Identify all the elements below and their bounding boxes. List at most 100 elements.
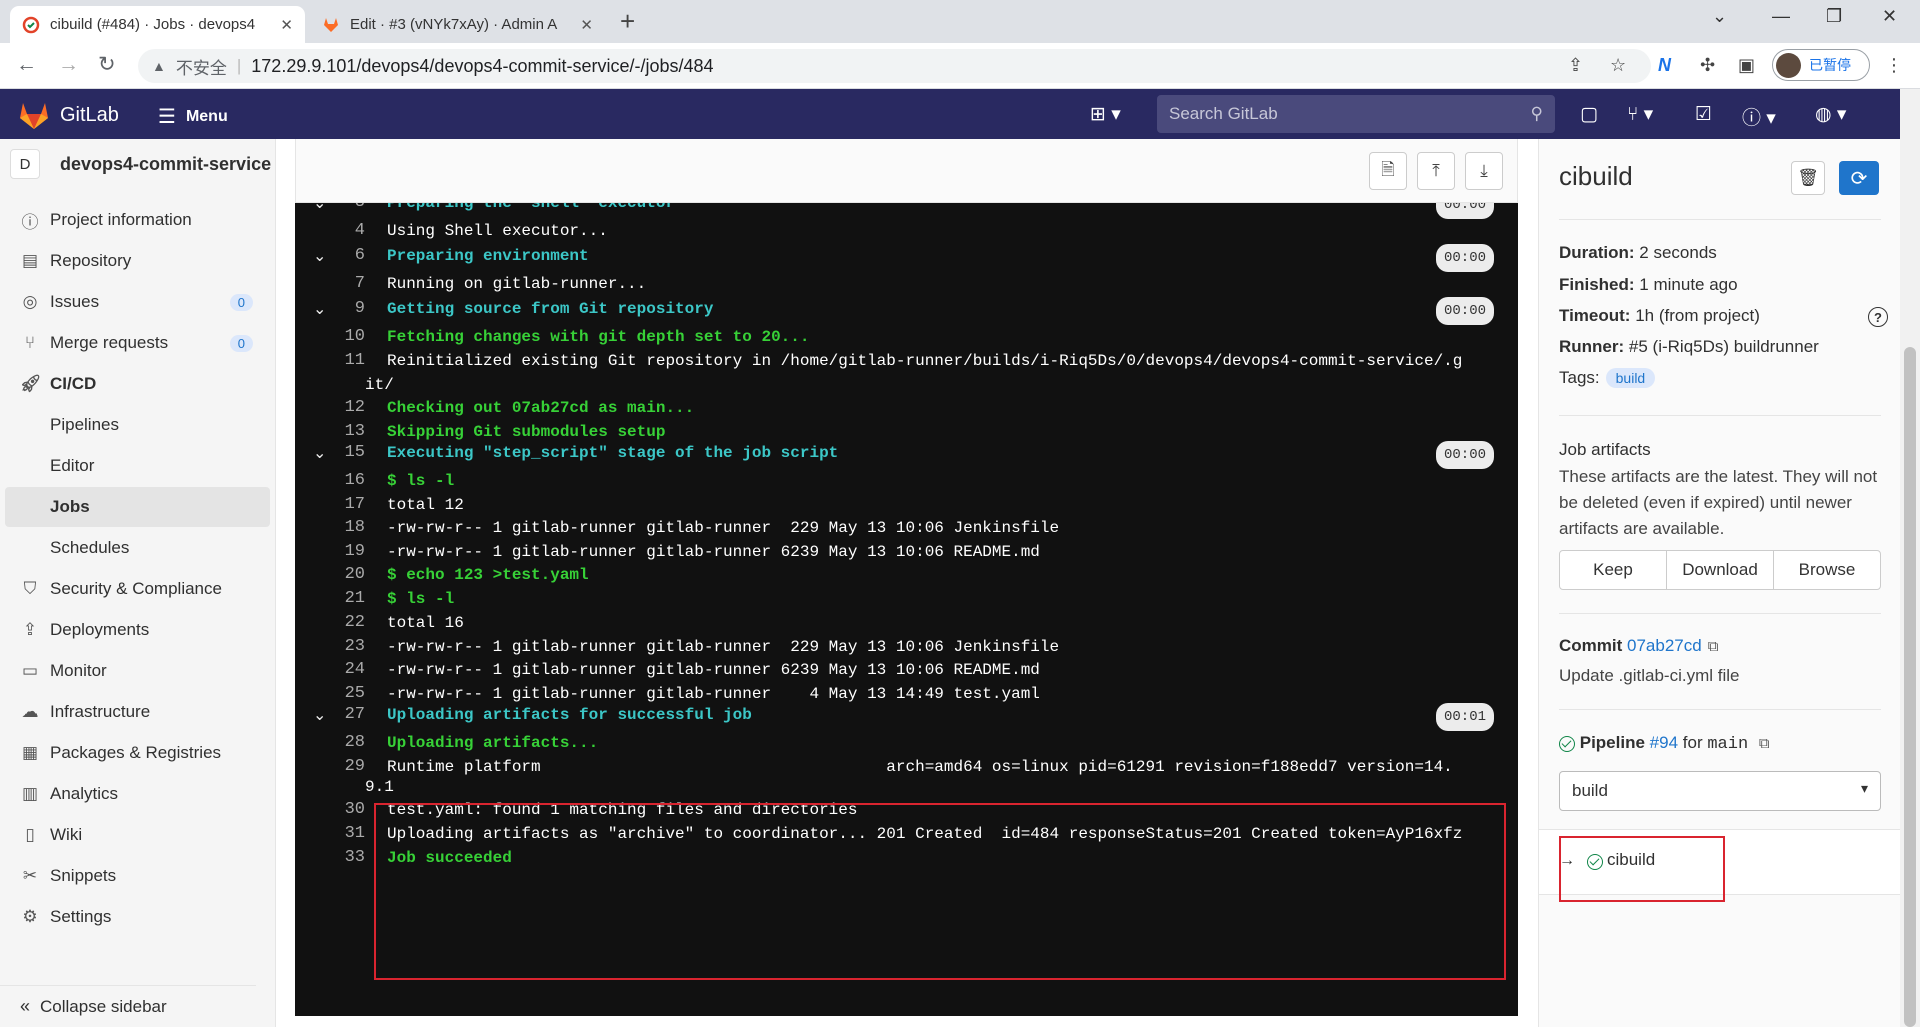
scrollbar-thumb[interactable] [1904, 347, 1916, 1027]
sidebar-item-monitor[interactable]: ▭ Monitor [5, 651, 270, 691]
line-number[interactable]: 22 [330, 611, 365, 635]
log-section-header[interactable]: ⌄ 3 Preparing the "shell" executor 00:00 [295, 203, 1518, 219]
sidebar-item-project-information[interactable]: ⓘ Project information [5, 200, 270, 240]
forward-icon[interactable]: → [58, 53, 79, 77]
chevron-down-icon[interactable]: ⌄ [313, 244, 326, 268]
download-button[interactable]: Download [1667, 551, 1774, 589]
menu-button[interactable]: ☰ Menu [158, 104, 228, 129]
sidebar-item-issues[interactable]: ◎ Issues 0 [5, 282, 270, 322]
line-number[interactable]: 23 [330, 635, 365, 659]
tab-search-icon[interactable]: ⌄ [1712, 6, 1727, 27]
chevron-down-icon[interactable]: ⌄ [313, 203, 326, 215]
sidebar-item-settings[interactable]: ⚙ Settings [5, 897, 270, 937]
sidebar-item-editor[interactable]: Editor [5, 446, 270, 486]
browse-button[interactable]: Browse [1774, 551, 1880, 589]
sidebar-item-packages[interactable]: ▦ Packages & Registries [5, 733, 270, 773]
kebab-menu-icon[interactable]: ⋮ [1885, 55, 1903, 76]
scroll-bottom-button[interactable]: ⤓ [1465, 152, 1503, 190]
new-tab-button[interactable]: + [620, 8, 635, 34]
line-number[interactable]: 7 [330, 272, 365, 296]
line-number[interactable]: 21 [330, 587, 365, 611]
commit-sha-link[interactable]: 07ab27cd [1627, 636, 1702, 655]
line-number[interactable]: 16 [330, 469, 365, 493]
line-number[interactable]: 27 [330, 703, 365, 727]
close-window-button[interactable]: ✕ [1882, 6, 1897, 27]
copy-icon[interactable]: ⧉ [1708, 638, 1719, 655]
sidebar-item-pipelines[interactable]: Pipelines [5, 405, 270, 445]
sidebar-item-security[interactable]: ⛉ Security & Compliance [5, 569, 270, 609]
project-header[interactable]: D devops4-commit-service [10, 149, 271, 179]
search-input[interactable]: Search GitLab ⚲ [1157, 95, 1555, 133]
line-number[interactable]: 10 [330, 325, 365, 349]
line-number[interactable]: 18 [330, 516, 365, 540]
line-number[interactable]: 24 [330, 658, 365, 682]
line-number[interactable]: 3 [330, 203, 365, 215]
erase-job-button[interactable]: 🗑︎ [1791, 161, 1825, 195]
line-number[interactable]: 6 [330, 244, 365, 268]
issues-header-icon[interactable]: ▢ [1580, 103, 1598, 126]
sidebar-item-merge-requests[interactable]: ⑂ Merge requests 0 [5, 323, 270, 363]
line-number[interactable]: 33 [330, 846, 365, 870]
puzzle-icon[interactable]: ✣ [1700, 55, 1715, 76]
question-icon[interactable]: ? [1868, 307, 1888, 327]
sidebar-item-repository[interactable]: ▤ Repository [5, 241, 270, 281]
artifacts-title: Job artifacts [1559, 440, 1651, 459]
restore-button[interactable]: ❐ [1826, 6, 1842, 27]
collapse-sidebar-button[interactable]: « Collapse sidebar [0, 985, 256, 1027]
new-item-icon[interactable]: ⊞ ▾ [1090, 103, 1121, 126]
url-input[interactable]: ▲ 不安全 | 172.29.9.101/devops4/devops4-com… [138, 49, 1651, 83]
chevron-down-icon[interactable]: ⌄ [313, 297, 326, 321]
line-number[interactable]: 11 [330, 349, 365, 373]
retry-button[interactable]: ⟳ [1839, 161, 1879, 195]
merge-requests-icon[interactable]: ⑂ ▾ [1627, 103, 1653, 126]
sidebar-item-jobs[interactable]: Jobs [5, 487, 270, 527]
stage-select[interactable]: build ▾ [1559, 771, 1881, 811]
profile-button[interactable]: 已暂停 [1772, 49, 1870, 81]
sidebar-item-analytics[interactable]: ▥ Analytics [5, 774, 270, 814]
share-icon[interactable]: ⇪ [1568, 55, 1583, 76]
pipeline-ref[interactable]: main [1707, 735, 1748, 754]
line-number[interactable]: 28 [330, 731, 365, 755]
reload-icon[interactable]: ↻ [98, 53, 116, 77]
copy-icon[interactable]: ⧉ [1759, 735, 1770, 752]
sidebar-item-infrastructure[interactable]: ☁ Infrastructure [5, 692, 270, 732]
back-icon[interactable]: ← [16, 53, 37, 77]
close-icon[interactable]: ✕ [280, 16, 293, 34]
line-number[interactable]: 31 [330, 822, 365, 846]
raw-log-button[interactable]: 🗎︎ [1369, 152, 1407, 190]
gitlab-logo[interactable]: GitLab [18, 100, 119, 130]
star-icon[interactable]: ☆ [1610, 55, 1626, 76]
close-icon[interactable]: ✕ [580, 16, 593, 34]
sidebar-item-snippets[interactable]: ✂ Snippets [5, 856, 270, 896]
sidebar-item-wiki[interactable]: ▯ Wiki [5, 815, 270, 855]
line-number[interactable]: 30 [330, 798, 365, 822]
todos-icon[interactable]: ☑ [1695, 103, 1712, 126]
help-icon[interactable]: ⓘ ▾ [1742, 103, 1776, 130]
sidebar-item-cicd[interactable]: 🚀︎ CI/CD [5, 364, 270, 404]
keep-button[interactable]: Keep [1560, 551, 1667, 589]
page-scrollbar[interactable] [1900, 89, 1920, 1027]
chevron-down-icon[interactable]: ⌄ [313, 703, 326, 727]
tab-admin-edit[interactable]: Edit · #3 (vNYk7xAy) · Admin A ✕ [310, 6, 605, 43]
line-number[interactable]: 15 [330, 441, 365, 465]
sidebar-item-schedules[interactable]: Schedules [5, 528, 270, 568]
log-section-header[interactable]: ⌄ 27 Uploading artifacts for successful jo… [295, 703, 1518, 731]
pipeline-link[interactable]: #94 [1650, 733, 1678, 752]
line-number[interactable]: 4 [330, 219, 365, 243]
sidebar-item-deployments[interactable]: ⇪ Deployments [5, 610, 270, 650]
log-section-header[interactable]: ⌄ 9 Getting source from Git repository 00:0… [295, 297, 1518, 325]
log-section-header[interactable]: ⌄ 6 Preparing environment 00:00 [295, 244, 1518, 272]
line-number[interactable]: 17 [330, 493, 365, 517]
log-section-header[interactable]: ⌄ 15 Executing "step_script" stage of the … [295, 441, 1518, 469]
line-number[interactable]: 12 [330, 396, 365, 420]
line-number[interactable]: 20 [330, 563, 365, 587]
line-number[interactable]: 19 [330, 540, 365, 564]
scroll-top-button[interactable]: ⤒ [1417, 152, 1455, 190]
extension-n-icon[interactable]: N [1658, 55, 1671, 76]
chevron-down-icon[interactable]: ⌄ [313, 441, 326, 465]
line-number[interactable]: 9 [330, 297, 365, 321]
minimize-button[interactable]: — [1772, 6, 1790, 27]
tab-cibuild[interactable]: cibuild (#484) · Jobs · devops4 ✕ [10, 6, 305, 43]
user-avatar-icon[interactable]: ◍ ▾ [1815, 103, 1846, 126]
sidepanel-icon[interactable]: ▣ [1738, 55, 1755, 76]
